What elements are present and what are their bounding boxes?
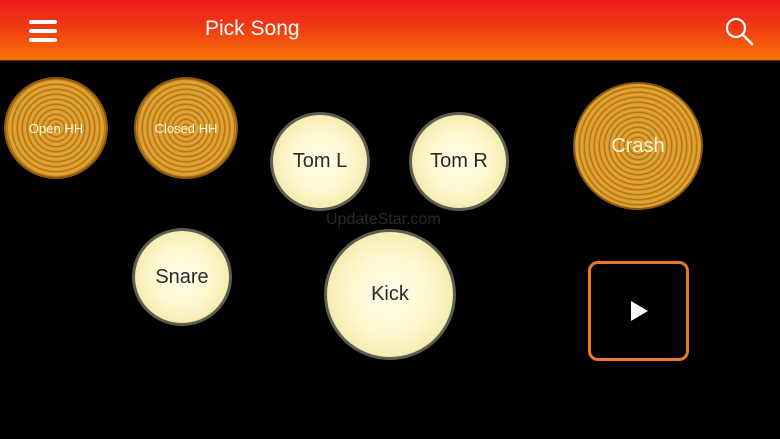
hamburger-menu-icon (29, 20, 57, 24)
play-icon (630, 301, 648, 321)
closed-hihat-pad[interactable]: Closed HH (134, 77, 238, 179)
open-hihat-pad[interactable]: Open HH (4, 77, 108, 179)
snare-pad[interactable]: Snare (132, 228, 232, 326)
watermark-text: UpdateStar.com (326, 211, 441, 228)
hamburger-menu-icon-bar (29, 29, 57, 33)
search-button[interactable] (722, 14, 756, 48)
crash-cymbal-pad[interactable]: Crash (573, 82, 703, 210)
snare-label: Snare (155, 265, 209, 288)
top-bar: Pick Song (0, 0, 780, 61)
pick-song-title[interactable]: Pick Song (205, 17, 300, 41)
tom-left-pad[interactable]: Tom L (270, 112, 370, 211)
kick-label: Kick (371, 283, 409, 305)
tom-right-label: Tom R (430, 150, 488, 172)
crash-label: Crash (611, 134, 665, 157)
hamburger-menu-icon-bar (29, 38, 57, 42)
tom-left-label: Tom L (292, 150, 348, 172)
open-hihat-label: Open HH (28, 120, 84, 136)
closed-hihat-label: Closed HH (154, 120, 218, 136)
search-icon (725, 17, 754, 46)
menu-button[interactable] (26, 17, 60, 45)
kick-pad[interactable]: Kick (324, 229, 456, 360)
play-button[interactable] (588, 261, 689, 361)
drum-pad-app: Pick Song UpdateStar.com Open HH Closed … (0, 0, 780, 439)
tom-right-pad[interactable]: Tom R (409, 112, 509, 211)
